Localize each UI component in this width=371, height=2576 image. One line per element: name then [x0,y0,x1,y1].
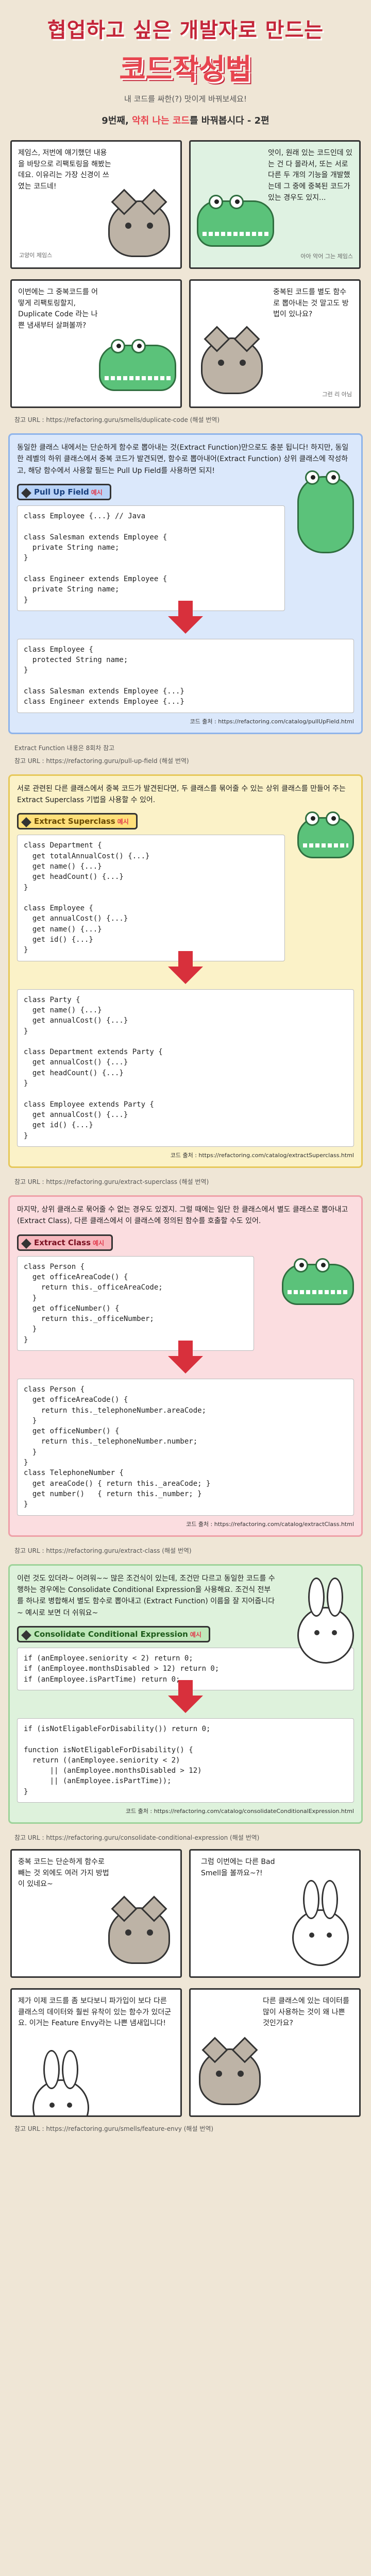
extract-class-section: 마지막, 상위 클래스로 묶어줄 수 없는 경우도 있겠지. 그럴 때에는 일단… [8,1195,363,1537]
comic-panel-4: 중복된 코드를 별도 함수로 뽑아내는 것 말고도 방법이 있나요? 그런 리 … [189,279,361,408]
code-after: class Person { get officeAreaCode() { re… [17,1378,354,1516]
bunny-illustration [32,2050,89,2116]
example-label: 예시 [93,1239,105,1247]
bunny-illustration [297,1577,354,1664]
character-caption: 아아 악어 그는 제임스 [300,253,353,260]
speech-bubble: 이번에는 그 중복코드를 어떻게 리팩토링할지, Duplicate Code … [18,288,98,330]
comic-row-1: 제임스, 저번에 얘기했던 내용을 바탕으로 리팩토링을 해봤는데요. 이유리는… [0,135,371,274]
pull-up-field-section: 동일한 클래스 내에서는 단순하게 함수로 뽑아내는 것(Extract Fun… [8,433,363,734]
code-after: class Party { get name() {...} get annua… [17,989,354,1147]
crocodile-illustration [297,470,354,553]
episode-title: 9번째, 악취 나는 코드를 바꿔봅시다 - 2편 [10,113,361,127]
speech-bubble: 그럼 이번에는 다른 Bad Smell을 볼까요~?! [201,1858,275,1877]
section-intro: 이런 것도 있더라~ 어려워~~ 많은 조건식이 있는데, 조건만 다르고 동일… [17,1574,275,1617]
code-source: 코드 출처 : https://refactoring.com/catalog/… [170,1151,354,1159]
crocodile-illustration [197,195,274,247]
code-after: if (isNotEligableForDisability()) return… [17,1718,354,1803]
example-label: 예시 [190,1631,201,1639]
crocodile-illustration [282,1258,354,1305]
technique-name: Consolidate Conditional Expression [34,1630,188,1639]
speech-bubble: 다른 클래스에 있는 데이터를 많이 사용하는 것이 왜 나쁜 것인가요? [263,1997,349,2028]
comic-panel-3: 이번에는 그 중복코드를 어떻게 리팩토링할지, Duplicate Code … [10,279,182,408]
comic-row-3: 중복 코드는 단순하게 함수로 빼는 것 외에도 여러 가지 방법이 있네요~ … [0,1844,371,1983]
comic-panel-8: 다른 클래스에 있는 데이터를 많이 사용하는 것이 왜 나쁜 것인가요? [189,1988,361,2117]
reference-url: 참고 URL : https://refactoring.guru/pull-u… [14,757,189,765]
cat-illustration [201,337,263,394]
extract-superclass-section: 서로 관련된 다른 클래스에서 중복 코드가 발견된다면, 두 클래스를 묶어줄… [8,774,363,1168]
technique-name: Extract Class [34,1238,91,1247]
code-before: class Department { get totalAnnualCost()… [17,835,285,961]
reference-url: 참고 URL : https://refactoring.guru/smells… [14,2125,214,2133]
code-before: class Person { get officeAreaCode() { re… [17,1256,254,1351]
character-caption: 그런 리 아님 [322,391,352,398]
comic-panel-6: 그럼 이번에는 다른 Bad Smell을 볼까요~?! [189,1849,361,1978]
comic-row-2: 이번에는 그 중복코드를 어떻게 리팩토링할지, Duplicate Code … [0,274,371,413]
speech-bubble: 제가 이제 코드를 좀 보다보니 파가입이 보다 다른 클래스의 데이터와 훨씬… [18,1997,172,2028]
code-after: class Employee { protected String name; … [17,638,354,713]
reference-url: 참고 URL : https://refactoring.guru/consol… [14,1834,260,1842]
header: 협업하고 싶은 개발자로 만드는 코드작성법 내 코드를 싸한(?) 맛이게 바… [0,0,371,135]
arrow-down-icon [168,1340,203,1374]
example-label: 예시 [117,818,129,826]
crocodile-illustration [99,339,176,391]
arrow-down-icon [168,600,203,634]
episode-highlight: 악취 나는 코드 [132,115,190,126]
arrow-down-icon [168,951,203,984]
technique-name: Extract Superclass [34,817,115,826]
bunny-illustration [292,1880,349,1967]
crocodile-illustration [297,811,354,858]
speech-bubble: 중복 코드는 단순하게 함수로 빼는 것 외에도 여러 가지 방법이 있네요~ [18,1858,109,1889]
section-intro: 동일한 클래스 내에서는 단순하게 함수로 뽑아내는 것(Extract Fun… [17,444,349,475]
comic-panel-2: 앗이, 원래 있는 코드인데 있는 건 다 몰라서, 또는 서로 다른 두 개의… [189,140,361,269]
code-source: 코드 출처 : https://refactoring.com/catalog/… [186,1520,354,1528]
episode-prefix: 9번째, [102,115,129,126]
reference-note: Extract Function 내용은 8회차 참고 [14,744,115,752]
technique-tag: Extract Superclass 예시 [17,813,138,830]
technique-name: Pull Up Field [34,487,89,497]
code-before: class Employee {...} // Java class Sales… [17,505,285,611]
tagline: 내 코드를 싸한(?) 맛이게 바꿔보세요! [124,94,247,104]
technique-tag: Extract Class 예시 [17,1234,113,1251]
cat-illustration [108,200,170,257]
section-intro: 서로 관련된 다른 클래스에서 중복 코드가 발견된다면, 두 클래스를 묶어줄… [17,784,346,805]
speech-bubble: 제임스, 저번에 얘기했던 내용을 바탕으로 리팩토링을 해봤는데요. 이유리는… [18,149,111,191]
comic-panel-7: 제가 이제 코드를 좀 보다보니 파가입이 보다 다른 클래스의 데이터와 훨씬… [10,1988,182,2117]
example-label: 예시 [91,489,103,497]
cat-illustration [108,1907,170,1964]
consolidate-conditional-section: 이런 것도 있더라~ 어려워~~ 많은 조건식이 있는데, 조건만 다르고 동일… [8,1564,363,1824]
comic-panel-5: 중복 코드는 단순하게 함수로 빼는 것 외에도 여러 가지 방법이 있네요~ [10,1849,182,1978]
cat-illustration [199,2048,261,2106]
episode-suffix: 를 바꿔봅시다 - 2편 [189,115,269,126]
arrow-down-icon [168,1680,203,1713]
code-source: 코드 출처 : https://refactoring.com/catalog/… [190,718,354,725]
reference-url: 참고 URL : https://refactoring.guru/extrac… [14,1178,209,1185]
brand-title: 코드작성법 [119,53,252,87]
page: 협업하고 싶은 개발자로 만드는 코드작성법 내 코드를 싸한(?) 맛이게 바… [0,0,371,2145]
page-title: 협업하고 싶은 개발자로 만드는 [47,19,324,42]
reference-url: 참고 URL : https://refactoring.guru/extrac… [14,1547,192,1554]
code-source: 코드 출처 : https://refactoring.com/catalog/… [125,1808,354,1815]
comic-row-4: 제가 이제 코드를 좀 보다보니 파가입이 보다 다른 클래스의 데이터와 훨씬… [0,1983,371,2122]
reference-url: 참고 URL : https://refactoring.guru/smells… [14,416,220,423]
character-caption: 고양이 제임스 [19,252,53,259]
technique-tag: Consolidate Conditional Expression 예시 [17,1626,210,1643]
speech-bubble: 앗이, 원래 있는 코드인데 있는 건 다 몰라서, 또는 서로 다른 두 개의… [268,149,352,202]
section-intro: 마지막, 상위 클래스로 묶어줄 수 없는 경우도 있겠지. 그럴 때에는 일단… [17,1205,348,1226]
speech-bubble: 중복된 코드를 별도 함수로 뽑아내는 것 말고도 방법이 있나요? [273,288,349,319]
comic-panel-1: 제임스, 저번에 얘기했던 내용을 바탕으로 리팩토링을 해봤는데요. 이유리는… [10,140,182,269]
technique-tag: Pull Up Field 예시 [17,484,111,501]
